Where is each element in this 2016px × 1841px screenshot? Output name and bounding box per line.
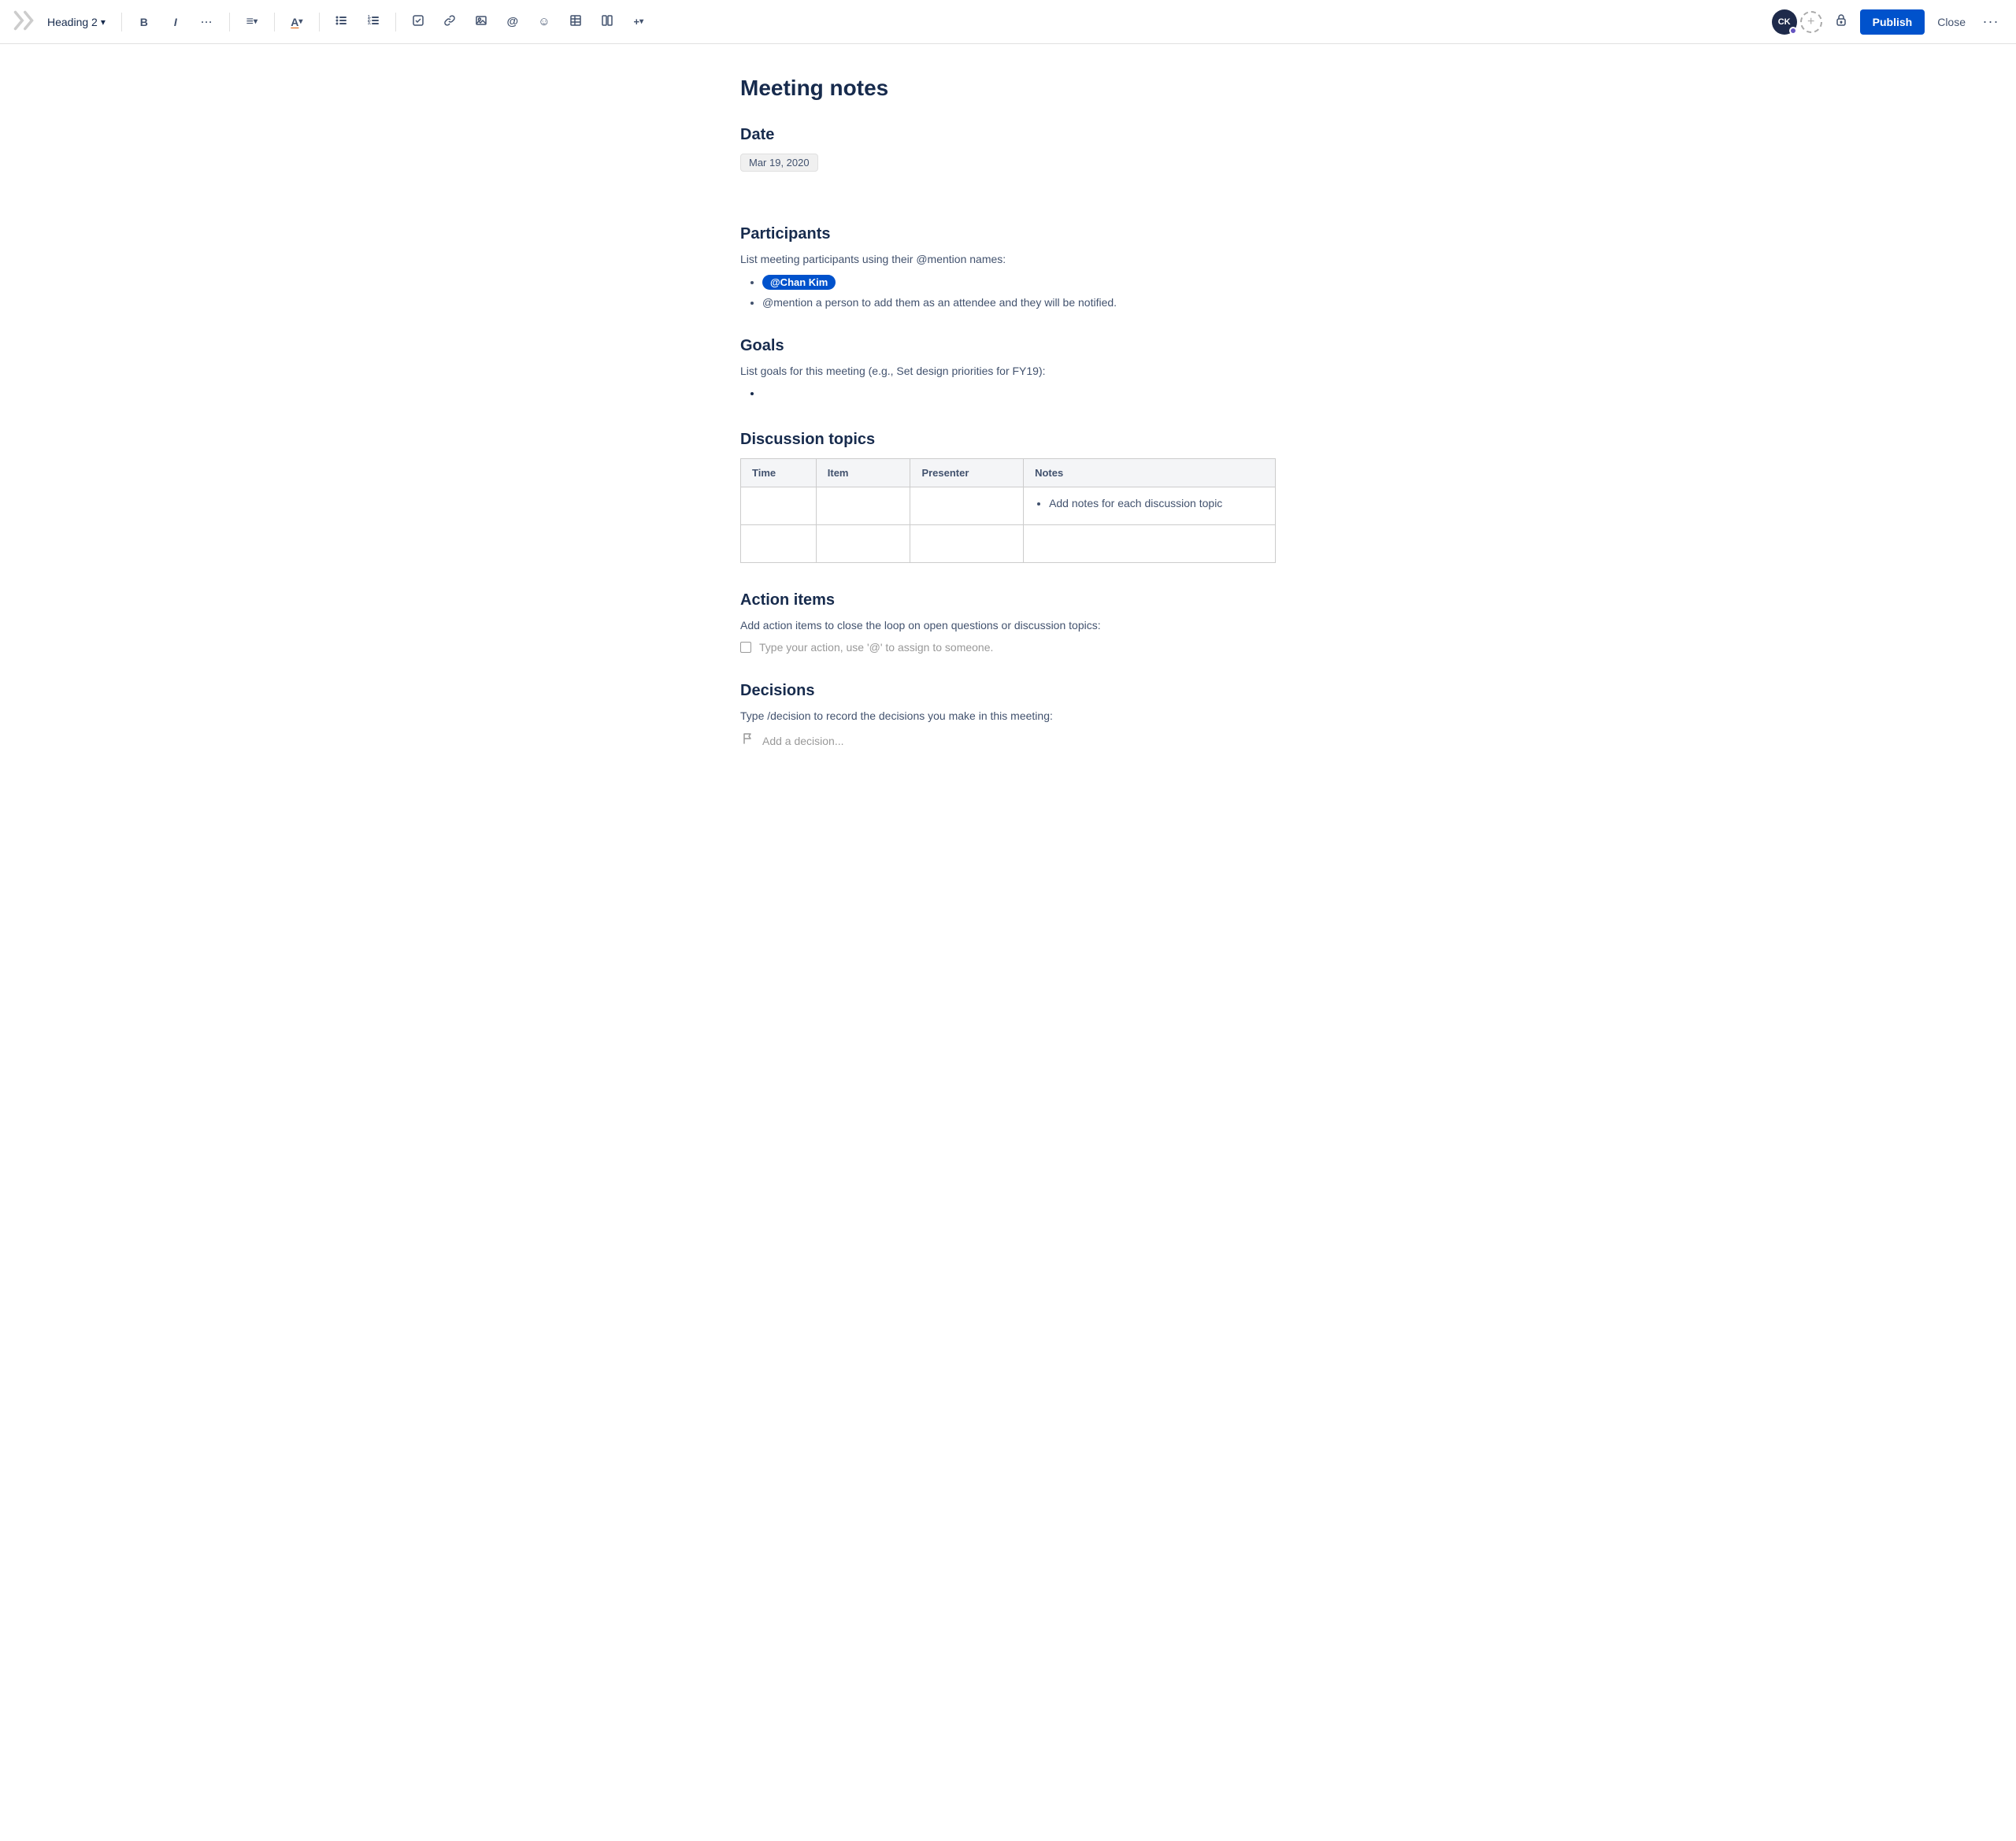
mention-tag[interactable]: @Chan Kim (762, 275, 836, 290)
link-icon (443, 14, 456, 29)
table-icon (569, 14, 582, 29)
action-items-description: Add action items to close the loop on op… (740, 619, 1276, 632)
table-cell-time[interactable] (741, 525, 817, 563)
heading-selector-label: Heading 2 (47, 16, 98, 28)
toolbar-divider-2 (229, 13, 230, 31)
avatar-status-dot (1789, 27, 1797, 35)
participants-heading: Participants (740, 225, 1276, 243)
emoji-icon: ☺ (538, 15, 550, 28)
decisions-heading: Decisions (740, 682, 1276, 700)
avatar[interactable]: CK (1772, 9, 1797, 35)
action-placeholder[interactable]: Type your action, use '@' to assign to s… (759, 641, 993, 654)
checkbox-button[interactable] (406, 9, 431, 35)
goals-section: Goals List goals for this meeting (e.g.,… (740, 337, 1276, 402)
chevron-down-icon: ▾ (298, 17, 302, 26)
more-format-button[interactable]: ··· (195, 9, 220, 35)
decisions-description: Type /decision to record the decisions y… (740, 709, 1276, 722)
goals-heading: Goals (740, 337, 1276, 355)
table-button[interactable] (563, 9, 588, 35)
bullet-list-button[interactable] (329, 9, 354, 35)
decision-placeholder[interactable]: Add a decision... (762, 735, 844, 747)
logo (13, 9, 35, 34)
bold-button[interactable]: B (132, 9, 157, 35)
heading-selector[interactable]: Heading 2 ▾ (41, 13, 112, 31)
table-cell-presenter[interactable] (910, 525, 1024, 563)
toolbar-divider-3 (274, 13, 275, 31)
decision-row: Add a decision... (740, 732, 1276, 750)
more-options-button[interactable]: ··· (1978, 9, 2003, 35)
publish-button[interactable]: Publish (1860, 9, 1925, 35)
more-insert-button[interactable]: + ▾ (626, 9, 651, 35)
action-checkbox[interactable] (740, 642, 751, 653)
table-row: Add notes for each discussion topic (741, 487, 1276, 525)
table-cell-time[interactable] (741, 487, 817, 525)
chevron-down-icon: ▾ (639, 17, 643, 26)
image-button[interactable] (469, 9, 494, 35)
participants-description: List meeting participants using their @m… (740, 253, 1276, 265)
table-cell-presenter[interactable] (910, 487, 1024, 525)
table-header-row: Time Item Presenter Notes (741, 459, 1276, 487)
mention-icon: @ (507, 15, 519, 28)
action-items-heading: Action items (740, 591, 1276, 609)
emoji-button[interactable]: ☺ (532, 9, 557, 35)
columns-icon (601, 14, 613, 29)
numbered-list-button[interactable]: 1. 2. 3. (361, 9, 386, 35)
toolbar-divider-1 (121, 13, 122, 31)
chevron-down-icon: ▾ (254, 17, 258, 26)
close-button[interactable]: Close (1931, 9, 1972, 35)
lock-button[interactable] (1829, 9, 1854, 35)
italic-button[interactable]: I (163, 9, 188, 35)
svg-text:3.: 3. (368, 21, 372, 26)
table-header-presenter: Presenter (910, 459, 1024, 487)
participants-list: @Chan Kim @mention a person to add them … (740, 275, 1276, 309)
checkbox-icon (412, 14, 424, 29)
goals-list (740, 387, 1276, 402)
columns-button[interactable] (595, 9, 620, 35)
decisions-section: Decisions Type /decision to record the d… (740, 682, 1276, 750)
table-cell-item[interactable] (816, 525, 910, 563)
discussion-topics-section: Discussion topics Time Item Presenter No… (740, 431, 1276, 563)
list-item[interactable] (762, 387, 1276, 402)
participants-section: Participants List meeting participants u… (740, 225, 1276, 309)
image-icon (475, 14, 487, 29)
text-color-button[interactable]: A ▾ (284, 9, 309, 35)
list-item: @Chan Kim (762, 275, 1276, 290)
table-header-item: Item (816, 459, 910, 487)
discussion-heading: Discussion topics (740, 431, 1276, 449)
document-title[interactable]: Meeting notes (740, 76, 1276, 101)
text-color-icon: A (291, 16, 298, 28)
discussion-table: Time Item Presenter Notes Add notes for … (740, 458, 1276, 563)
table-row (741, 525, 1276, 563)
date-heading: Date (740, 126, 1276, 144)
table-header-time: Time (741, 459, 817, 487)
toolbar: Heading 2 ▾ B I ··· ≡ ▾ A ▾ (0, 0, 2016, 44)
align-button[interactable]: ≡ ▾ (239, 9, 265, 35)
action-items-section: Action items Add action items to close t… (740, 591, 1276, 654)
toolbar-divider-4 (319, 13, 320, 31)
align-icon: ≡ (246, 15, 254, 29)
link-button[interactable] (437, 9, 462, 35)
add-collaborator-button[interactable]: + (1800, 11, 1822, 33)
table-header-notes: Notes (1024, 459, 1276, 487)
table-cell-notes[interactable]: Add notes for each discussion topic (1024, 487, 1276, 525)
goals-description: List goals for this meeting (e.g., Set d… (740, 365, 1276, 377)
lock-icon (1833, 12, 1849, 31)
action-item-row: Type your action, use '@' to assign to s… (740, 641, 1276, 654)
mention-button[interactable]: @ (500, 9, 525, 35)
list-item: @mention a person to add them as an atte… (762, 296, 1276, 309)
table-cell-item[interactable] (816, 487, 910, 525)
bullet-list-icon (335, 14, 348, 29)
content-area: Meeting notes Date Mar 19, 2020 Particip… (693, 44, 1323, 841)
numbered-list-icon: 1. 2. 3. (367, 14, 380, 29)
chevron-down-icon: ▾ (101, 17, 106, 28)
table-note-item: Add notes for each discussion topic (1049, 497, 1264, 509)
date-section: Date Mar 19, 2020 (740, 126, 1276, 197)
date-badge[interactable]: Mar 19, 2020 (740, 154, 818, 172)
decision-icon (740, 732, 754, 750)
toolbar-divider-5 (395, 13, 396, 31)
avatar-group: CK + (1772, 9, 1822, 35)
table-cell-notes[interactable] (1024, 525, 1276, 563)
